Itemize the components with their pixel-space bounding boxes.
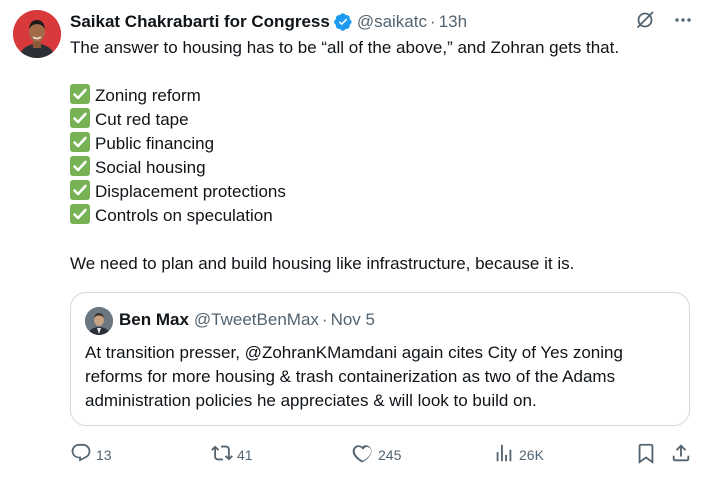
verified-badge-icon	[333, 12, 353, 32]
tweet-header: Saikat Chakrabarti for Congress @saikatc…	[70, 11, 467, 33]
check-mark-icon	[70, 204, 90, 224]
checklist-item: Displacement protections	[70, 180, 690, 204]
more-icon[interactable]	[673, 10, 693, 30]
tweet-text: The answer to housing has to be “all of …	[70, 36, 690, 276]
heart-icon	[352, 442, 374, 467]
header-separator: ·	[429, 12, 436, 31]
check-mark-icon	[70, 108, 90, 128]
bookmark-button[interactable]	[635, 442, 657, 467]
quoted-tweet-text: At transition presser, @ZohranKMamdani a…	[85, 343, 623, 410]
views-button[interactable]: 26K	[493, 442, 544, 467]
repost-icon	[211, 442, 233, 467]
like-button[interactable]: 245	[352, 442, 401, 467]
quoted-tweet[interactable]: Ben Max @TweetBenMax · Nov 5 At transiti…	[70, 292, 690, 426]
quoted-tweet-timestamp[interactable]: Nov 5	[331, 310, 375, 330]
grok-icon[interactable]	[635, 10, 655, 30]
quoted-author-handle[interactable]: @TweetBenMax	[194, 310, 319, 330]
check-mark-icon	[70, 156, 90, 176]
tweet-timestamp[interactable]: 13h	[439, 12, 467, 32]
author-avatar[interactable]	[13, 10, 61, 58]
author-handle[interactable]: @saikatc	[357, 12, 427, 32]
action-bar: 13 41 245 26K	[70, 442, 694, 466]
checklist-item: Social housing	[70, 156, 690, 180]
checklist-item: Public financing	[70, 132, 690, 156]
share-icon	[670, 442, 692, 467]
quoted-author-avatar[interactable]	[85, 307, 113, 335]
repost-count: 41	[237, 446, 253, 463]
reply-count: 13	[96, 446, 112, 463]
tweet-intro: The answer to housing has to be “all of …	[70, 38, 620, 57]
checklist-item: Zoning reform	[70, 84, 690, 108]
reply-icon	[70, 442, 92, 467]
reply-button[interactable]: 13	[70, 442, 112, 467]
bookmark-icon	[635, 442, 657, 467]
repost-button[interactable]: 41	[211, 442, 253, 467]
check-mark-icon	[70, 180, 90, 200]
author-name[interactable]: Saikat Chakrabarti for Congress	[70, 12, 330, 32]
quoted-author-name[interactable]: Ben Max	[119, 310, 189, 330]
views-icon	[493, 442, 515, 467]
share-button[interactable]	[670, 442, 692, 467]
quoted-tweet-header: Ben Max @TweetBenMax · Nov 5	[119, 310, 375, 330]
check-mark-icon	[70, 84, 90, 104]
like-count: 245	[378, 446, 402, 463]
tweet-closing: We need to plan and build housing like i…	[70, 254, 575, 273]
views-count: 26K	[519, 446, 544, 463]
checklist-item: Controls on speculation	[70, 204, 690, 228]
check-mark-icon	[70, 132, 90, 152]
quoted-header-separator: ·	[321, 310, 328, 329]
tweet[interactable]: Saikat Chakrabarti for Congress @saikatc…	[0, 0, 709, 478]
checklist-item: Cut red tape	[70, 108, 690, 132]
header-actions	[635, 10, 693, 30]
